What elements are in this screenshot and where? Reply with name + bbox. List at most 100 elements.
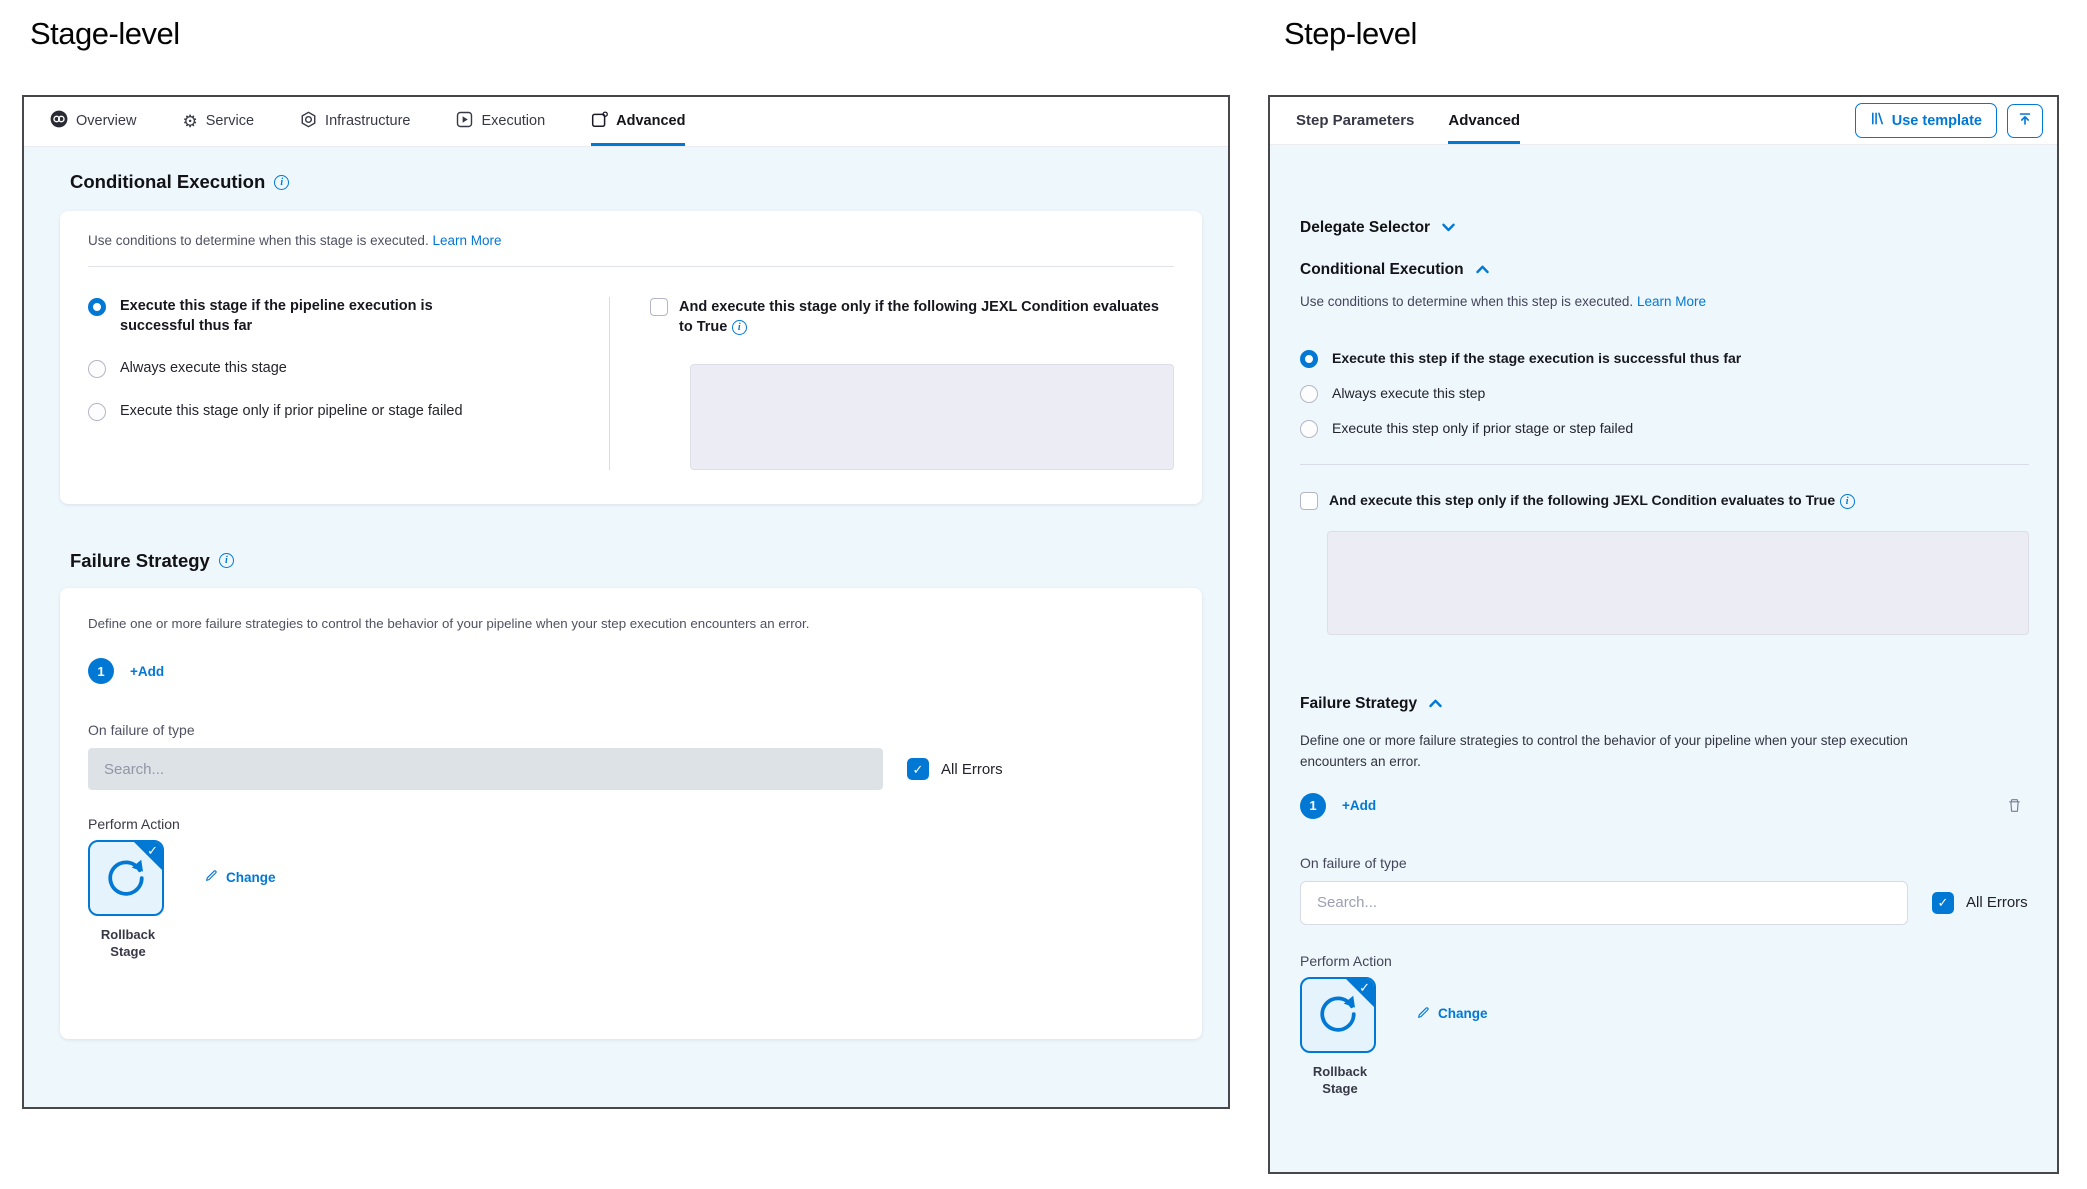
use-template-button[interactable]: Use template [1855, 103, 1997, 138]
change-label: Change [226, 870, 276, 885]
learn-more-link[interactable]: Learn More [1637, 294, 1706, 309]
learn-more-link[interactable]: Learn More [432, 233, 501, 248]
section-title: Conditional Execution [1300, 261, 1464, 279]
step-tabbar: Step Parameters Advanced Use template [1270, 97, 2057, 145]
step-advanced-content: Delegate Selector Conditional Execution … [1270, 145, 2057, 1172]
tab-service[interactable]: ⚙ Service [182, 97, 254, 146]
step-panel: Step Parameters Advanced Use template [1268, 95, 2059, 1174]
tab-infrastructure[interactable]: Infrastructure [300, 97, 410, 146]
tab-advanced[interactable]: Advanced [1448, 97, 1520, 144]
radio-label: Execute this step only if prior stage or… [1332, 419, 1633, 438]
perform-action-row: ✓ Rollback Stage Change [88, 840, 1174, 961]
jexl-condition-checkbox-row[interactable]: And execute this stage only if the follo… [650, 297, 1174, 338]
jexl-label-wrap: And execute this stage only if the follo… [679, 297, 1164, 338]
step-level-title: Step-level [1284, 16, 1417, 52]
radio-option-success[interactable]: Execute this stage if the pipeline execu… [88, 297, 589, 336]
radio-option-failed[interactable]: Execute this stage only if prior pipelin… [88, 402, 589, 422]
failure-type-row: ✓ All Errors [1300, 881, 2029, 925]
failure-type-search-input[interactable] [88, 748, 883, 790]
selected-action-name: Rollback Stage [1300, 1064, 1380, 1098]
radio-label: Always execute this step [1332, 384, 1485, 403]
radio-option-always[interactable]: Always execute this stage [88, 359, 589, 379]
divider [88, 266, 1174, 267]
section-title: Delegate Selector [1300, 219, 1430, 237]
strategy-badge[interactable]: 1 [1300, 793, 1326, 819]
delete-strategy-button[interactable] [2006, 797, 2023, 814]
conditional-execution-card: Use conditions to determine when this st… [60, 211, 1202, 504]
tab-label: Step Parameters [1296, 112, 1414, 129]
radio-option-success[interactable]: Execute this step if the stage execution… [1300, 349, 2029, 368]
stage-panel: Overview ⚙ Service Infrastructure Execut… [22, 95, 1230, 1109]
radio-label: Execute this stage only if prior pipelin… [120, 402, 463, 422]
stage-tabbar: Overview ⚙ Service Infrastructure Execut… [24, 97, 1228, 147]
tab-execution[interactable]: Execution [456, 97, 545, 146]
description-text: Use conditions to determine when this st… [1300, 294, 1633, 309]
stage-advanced-content: Conditional Execution i Use conditions t… [24, 147, 1228, 1107]
selected-check-icon: ✓ [1359, 980, 1370, 996]
delegate-selector-toggle[interactable]: Delegate Selector [1300, 219, 2029, 237]
radio-icon [88, 403, 106, 421]
perform-action-label: Perform Action [88, 816, 1174, 832]
radio-label: Always execute this stage [120, 359, 287, 379]
tab-label: Execution [481, 113, 545, 129]
add-strategy-button[interactable]: +Add [1342, 798, 1376, 813]
tab-label: Advanced [616, 113, 685, 129]
save-as-template-button[interactable] [2007, 104, 2043, 138]
radio-icon [88, 360, 106, 378]
strategy-badge[interactable]: 1 [88, 658, 114, 684]
all-errors-checkbox-row[interactable]: ✓ All Errors [907, 758, 1003, 780]
info-icon[interactable]: i [219, 553, 234, 568]
jexl-label: And execute this step only if the follow… [1329, 492, 1835, 508]
perform-action-label: Perform Action [1300, 953, 2029, 969]
radio-option-failed[interactable]: Execute this step only if prior stage or… [1300, 419, 2029, 438]
overview-icon [50, 110, 68, 132]
info-icon[interactable]: i [1840, 494, 1855, 509]
strategy-badge-row: 1 +Add [1300, 793, 2029, 819]
jexl-condition-input[interactable] [1327, 531, 2029, 635]
failure-strategy-toggle[interactable]: Failure Strategy [1300, 695, 2029, 713]
tab-overview[interactable]: Overview [50, 97, 136, 146]
upload-icon [2017, 111, 2033, 130]
jexl-label-wrap: And execute this step only if the follow… [1329, 491, 1855, 511]
tab-label: Service [206, 113, 254, 129]
strategy-badge-row: 1 +Add [88, 658, 1174, 684]
chevron-up-icon [1476, 261, 1489, 279]
execution-options: Execute this stage if the pipeline execu… [88, 297, 610, 470]
change-action-link[interactable]: Change [1416, 1005, 1488, 1023]
change-label: Change [1438, 1006, 1488, 1021]
radio-icon [1300, 420, 1318, 438]
execution-icon [456, 111, 473, 132]
jexl-label: And execute this stage only if the follo… [679, 299, 1159, 335]
section-title: Failure Strategy [70, 550, 210, 572]
info-icon[interactable]: i [274, 175, 289, 190]
all-errors-checkbox-row[interactable]: ✓ All Errors [1932, 892, 2028, 914]
check-icon: ✓ [1938, 896, 1949, 909]
gear-icon: ⚙ [182, 113, 197, 130]
conditional-execution-columns: Execute this stage if the pipeline execu… [88, 297, 1174, 470]
divider [1300, 464, 2029, 465]
conditional-execution-toggle[interactable]: Conditional Execution [1300, 261, 2029, 279]
on-failure-label: On failure of type [88, 722, 1174, 738]
tab-advanced[interactable]: Advanced [591, 97, 685, 146]
conditional-execution-heading-row: Conditional Execution i [70, 171, 1202, 193]
add-strategy-button[interactable]: +Add [130, 664, 164, 679]
radio-icon [88, 298, 106, 316]
tab-step-parameters[interactable]: Step Parameters [1296, 97, 1414, 144]
jexl-condition-input[interactable] [690, 364, 1174, 470]
jexl-condition-checkbox-row[interactable]: And execute this step only if the follow… [1300, 491, 2029, 511]
info-icon[interactable]: i [732, 320, 747, 335]
checkbox-checked-icon: ✓ [907, 758, 929, 780]
checkbox-icon [650, 298, 668, 316]
execution-options: Execute this step if the stage execution… [1300, 349, 2029, 438]
rollback-stage-tile[interactable]: ✓ [88, 840, 164, 916]
template-library-icon [1870, 111, 1885, 130]
rollback-stage-tile[interactable]: ✓ [1300, 977, 1376, 1053]
perform-action-row: ✓ Rollback Stage Change [1300, 977, 2029, 1098]
failure-strategy-description: Define one or more failure strategies to… [1300, 730, 1970, 773]
radio-option-always[interactable]: Always execute this step [1300, 384, 2029, 403]
failure-type-search-input[interactable] [1300, 881, 1908, 925]
failure-strategy-heading-row: Failure Strategy i [70, 550, 1202, 572]
change-action-link[interactable]: Change [204, 868, 276, 886]
description-text: Use conditions to determine when this st… [88, 233, 429, 248]
selected-action-name: Rollback Stage [88, 927, 168, 961]
